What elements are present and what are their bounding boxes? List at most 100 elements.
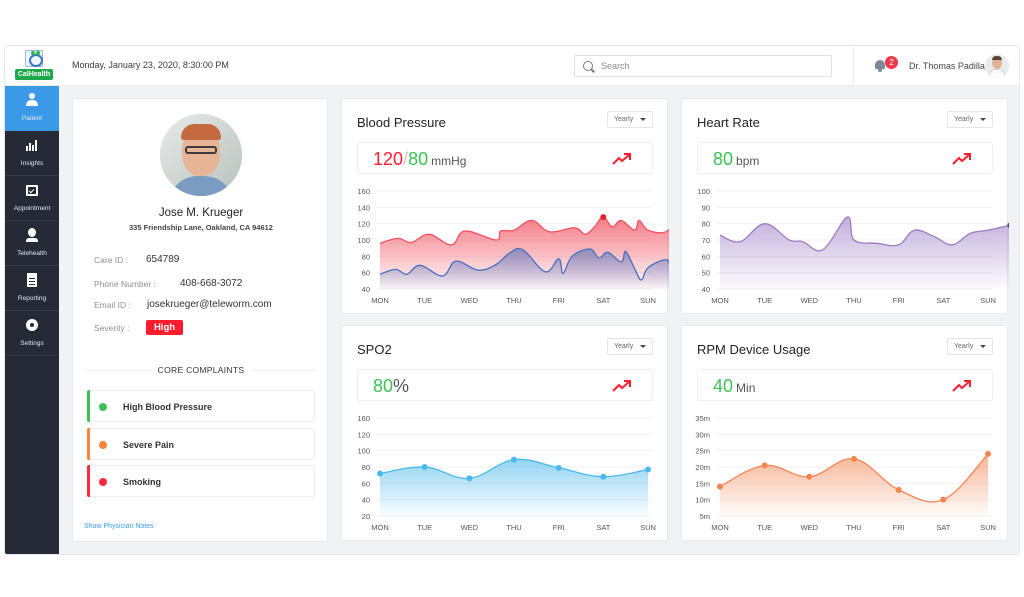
x-tick-label: SUN [640, 296, 656, 305]
complaint-item[interactable]: Smoking [87, 465, 315, 497]
user-icon [25, 93, 39, 107]
systolic-value: 120 [373, 149, 404, 169]
user-avatar[interactable] [985, 54, 1009, 78]
period-dropdown[interactable]: Yearly [607, 338, 653, 355]
y-tick-label: 20m [695, 463, 710, 472]
data-point[interactable] [555, 464, 562, 471]
trend-up-icon [612, 153, 631, 165]
calhealth-logo[interactable]: CalHealth [13, 50, 55, 84]
care-id-value: 654789 [146, 254, 180, 265]
sidebar-item-settings[interactable]: Settings [5, 311, 59, 356]
complaint-item[interactable]: Severe Pain [87, 428, 315, 460]
heart-rate-value: 80 [713, 149, 734, 169]
y-tick-label: 100 [357, 447, 370, 456]
rpm-device-usage-card: RPM Device Usage Yearly 40 Min 5m 10m 15m 20… [681, 325, 1008, 541]
heart-rate-chart: 40 50 60 70 80 90 100 MON TUE WED THU FRI SAT SUN [697, 187, 1009, 305]
x-tick-label: SAT [936, 296, 950, 305]
period-dropdown[interactable]: Yearly [607, 111, 653, 128]
y-tick-label: 160 [357, 414, 370, 423]
x-tick-label: SAT [596, 296, 610, 305]
email-label: Email ID : [94, 300, 131, 310]
status-dot [99, 403, 107, 411]
sidebar-item-reporting[interactable]: Reporting [5, 266, 59, 311]
sidebar-item-label: Insights [20, 160, 44, 167]
sidebar: Patient Insights Appointment Telehealth … [5, 86, 59, 554]
data-point[interactable] [600, 473, 607, 480]
data-point[interactable] [851, 455, 857, 462]
severity-label: Severity : [94, 323, 130, 333]
y-tick-label: 40 [362, 285, 370, 294]
care-id-label: Care ID : [94, 255, 129, 265]
y-tick-label: 80 [702, 220, 710, 229]
user-name[interactable]: Dr. Thomas Padilla [909, 61, 985, 71]
x-tick-label: TUE [757, 523, 772, 532]
data-point[interactable] [466, 475, 473, 482]
reading: 80 bpm [713, 149, 759, 170]
phone-value: 408-668-3072 [180, 278, 243, 289]
x-tick-label: SUN [980, 523, 996, 532]
x-tick-label: WED [461, 296, 479, 305]
series-area [720, 453, 988, 516]
sidebar-item-label: Reporting [17, 295, 47, 302]
data-point[interactable] [717, 483, 723, 490]
usage-value: 40 [713, 376, 734, 396]
x-tick-label: FRI [553, 523, 565, 532]
sidebar-item-appointment[interactable]: Appointment [5, 176, 59, 221]
value-box: 80 bpm [697, 142, 993, 174]
card-title: Heart Rate [697, 115, 760, 130]
y-tick-label: 30m [695, 430, 710, 439]
complaint-label: High Blood Pressure [123, 402, 213, 412]
period-value: Yearly [954, 343, 974, 350]
heart-rate-card: Heart Rate Yearly 80 bpm 40 50 60 70 80 90 100 M… [681, 98, 1009, 314]
period-dropdown[interactable]: Yearly [947, 111, 993, 128]
data-point[interactable] [806, 473, 813, 480]
x-tick-label: WED [461, 523, 479, 532]
sidebar-item-label: Telehealth [17, 250, 47, 257]
x-tick-label: THU [506, 523, 521, 532]
patient-name: Jose M. Krueger [158, 207, 244, 219]
notification-badge[interactable]: 2 [885, 56, 898, 69]
period-dropdown[interactable]: Yearly [947, 338, 993, 355]
y-tick-label: 60 [702, 252, 710, 261]
value-box: 120/80 mmHg [357, 142, 653, 174]
search-box[interactable] [574, 55, 832, 77]
x-tick-label: TUE [757, 296, 772, 305]
data-point[interactable] [511, 456, 517, 463]
reading: 80% [373, 376, 409, 397]
value-box: 80% [357, 369, 653, 401]
sidebar-item-patient[interactable]: Patient [5, 86, 59, 131]
data-point[interactable] [895, 486, 902, 493]
complaint-item[interactable]: High Blood Pressure [87, 390, 315, 422]
show-physician-notes-link[interactable]: Show Physician Notes [84, 523, 154, 530]
y-tick-label: 140 [357, 203, 370, 212]
y-tick-label: 160 [357, 187, 370, 196]
data-point[interactable] [985, 450, 991, 457]
phone-label: Phone Number : [94, 279, 156, 289]
top-bar: CalHealth Monday, January 23, 2020, 8:30… [5, 46, 1019, 86]
patient-avatar [160, 114, 242, 196]
data-point[interactable] [761, 462, 768, 469]
sidebar-item-label: Settings [20, 340, 44, 347]
status-dot [99, 478, 107, 486]
y-tick-label: 15m [695, 479, 710, 488]
y-tick-label: 100 [697, 187, 710, 196]
y-tick-label: 5m [700, 512, 710, 521]
sidebar-item-insights[interactable]: Insights [5, 131, 59, 176]
blood-pressure-chart: 40 60 80 100 120 140 160 MON TUE WED THU FRI SAT SUN [357, 187, 669, 305]
calendar-check-icon [25, 183, 39, 197]
brand-name: CalHealth [15, 69, 53, 80]
data-point[interactable] [421, 464, 428, 470]
data-point[interactable] [940, 496, 947, 503]
x-tick-label: WED [801, 296, 819, 305]
trend-up-icon [612, 380, 631, 392]
unit: Min [736, 381, 756, 395]
data-point[interactable] [377, 470, 383, 477]
data-point[interactable] [600, 214, 607, 221]
document-icon [25, 273, 39, 287]
blood-pressure-card: Blood Pressure Yearly 120/80 mmHg 40 60 80 1… [341, 98, 669, 314]
sidebar-item-telehealth[interactable]: Telehealth [5, 221, 59, 266]
severity-badge: High [146, 320, 183, 335]
data-point[interactable] [645, 466, 651, 473]
search-input[interactable] [601, 59, 821, 73]
sidebar-item-label: Appointment [13, 205, 51, 212]
